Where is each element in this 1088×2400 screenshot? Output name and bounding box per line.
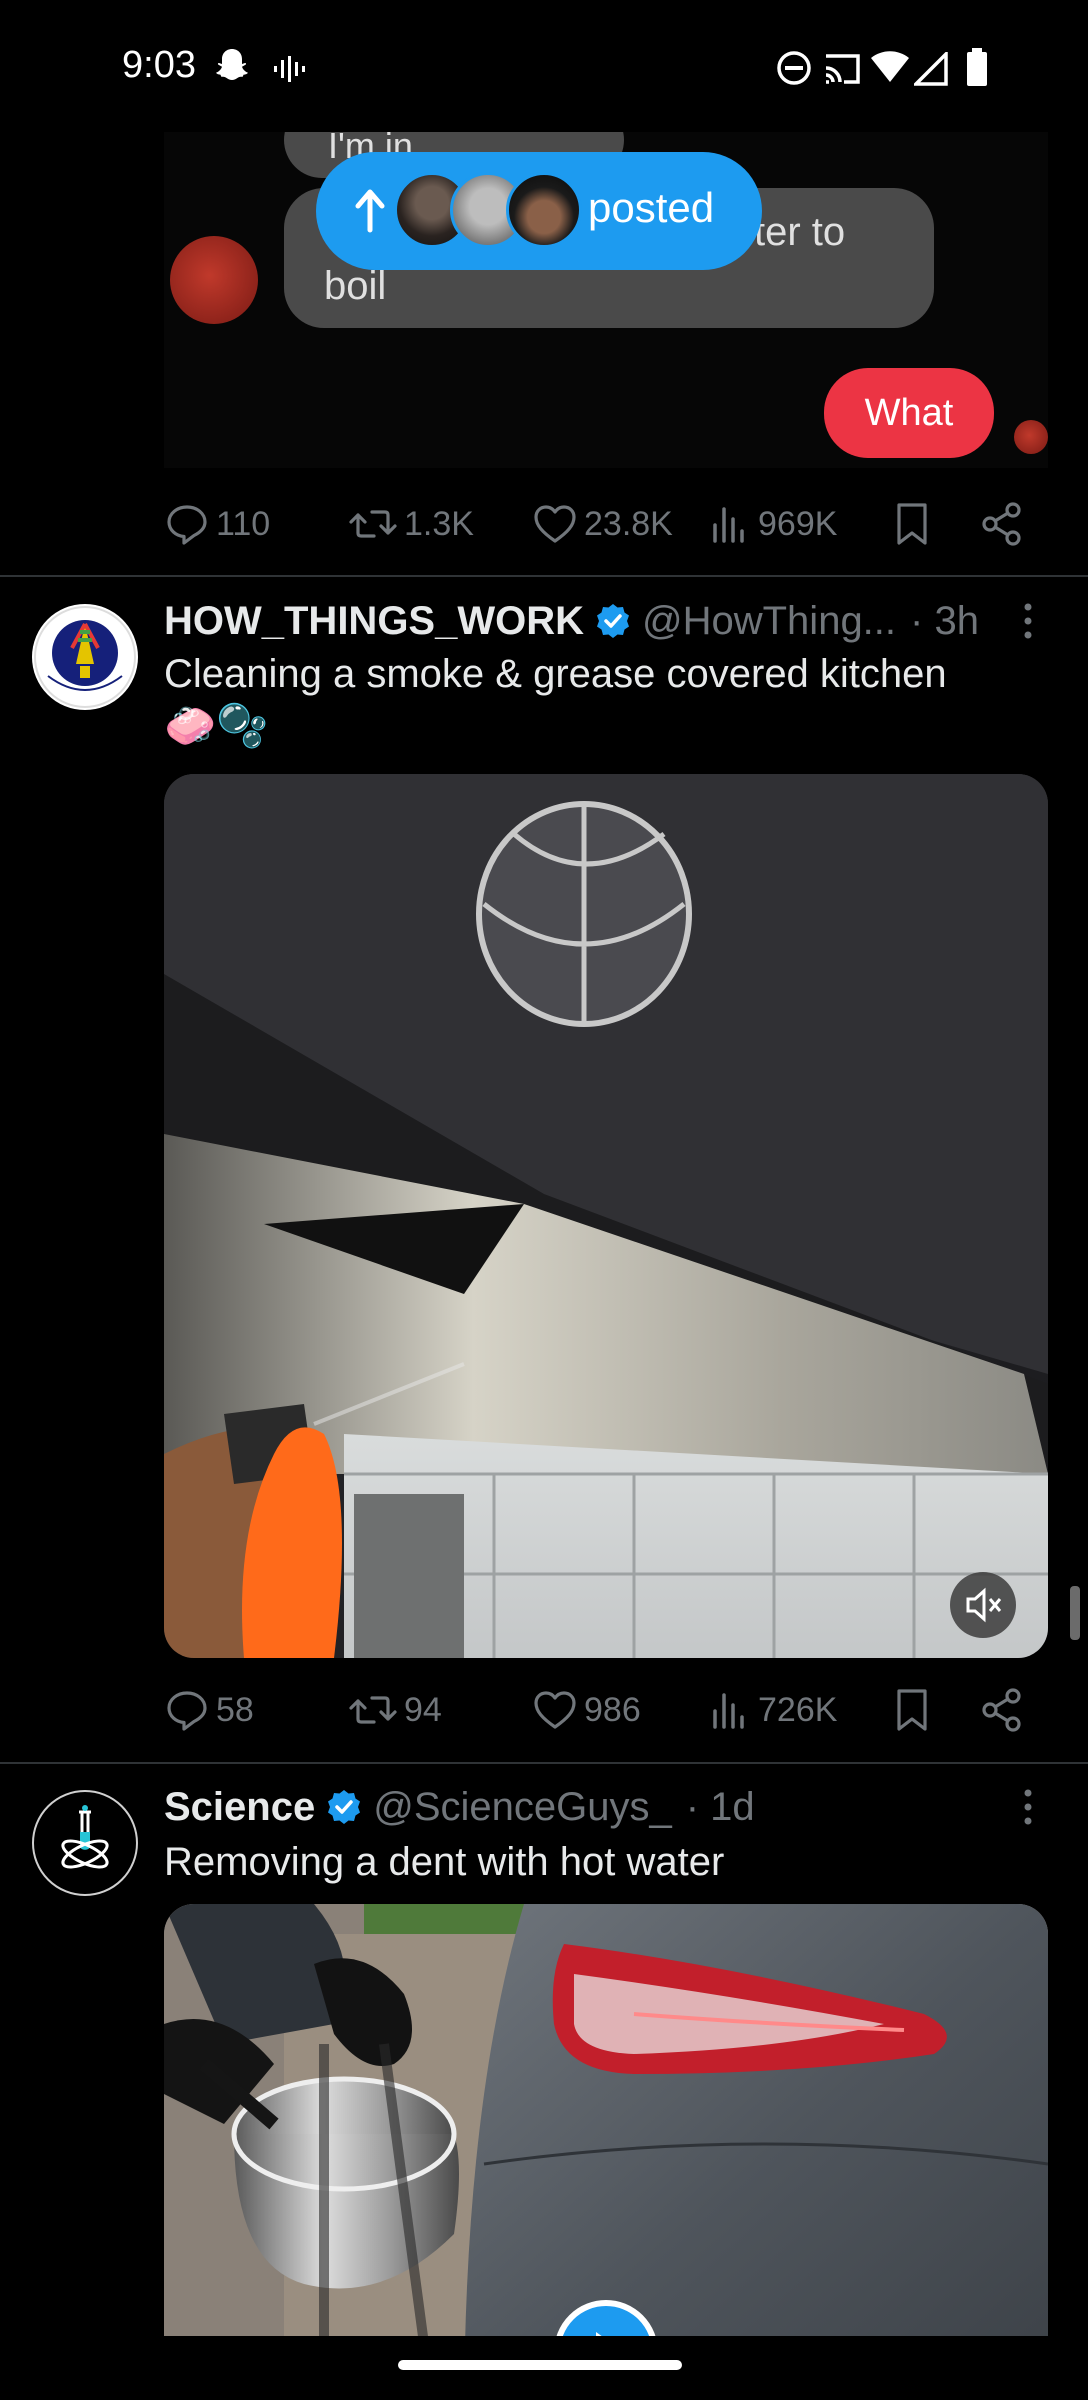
handle[interactable]: @ScienceGuys_ bbox=[373, 1785, 672, 1830]
reply-icon bbox=[167, 505, 207, 545]
divider bbox=[0, 575, 1088, 577]
posted-label: posted bbox=[588, 184, 715, 231]
heart-icon bbox=[534, 1691, 576, 1729]
pill-avatar-3 bbox=[506, 172, 582, 248]
repost-button[interactable]: 94 bbox=[348, 1680, 442, 1740]
chat-avatar bbox=[170, 236, 258, 324]
views-button[interactable]: 969K bbox=[710, 494, 837, 554]
reply-count: 110 bbox=[216, 504, 271, 543]
wifi-icon bbox=[871, 51, 909, 82]
repost-count: 1.3K bbox=[404, 504, 474, 543]
prev-tweet-actions: 110 1.3K 23.8K 969K bbox=[164, 494, 1048, 554]
share-button[interactable] bbox=[980, 494, 1030, 554]
more-options-icon[interactable] bbox=[1008, 1782, 1048, 1832]
display-name[interactable]: HOW_THINGS_WORK bbox=[164, 599, 584, 644]
how-things-work-logo-icon bbox=[34, 606, 136, 708]
new-posts-pill[interactable]: posted bbox=[316, 152, 762, 270]
signal-icon bbox=[914, 52, 948, 86]
display-name[interactable]: Science bbox=[164, 1785, 315, 1830]
volume-muted-icon bbox=[966, 1587, 1002, 1623]
bookmark-icon bbox=[897, 503, 927, 545]
scrollbar-thumb[interactable] bbox=[1070, 1586, 1080, 1640]
more-options-icon[interactable] bbox=[1008, 596, 1048, 646]
avatar-science[interactable] bbox=[32, 1790, 138, 1896]
heart-icon bbox=[534, 505, 576, 543]
verified-badge-icon bbox=[328, 1790, 361, 1824]
like-button[interactable]: 986 bbox=[532, 1680, 641, 1740]
bookmark-button[interactable] bbox=[892, 494, 938, 554]
handle[interactable]: @HowThing... bbox=[642, 599, 896, 644]
repost-count: 94 bbox=[404, 1690, 442, 1729]
avatar-howthingswork[interactable] bbox=[32, 604, 138, 710]
tweet-video[interactable] bbox=[164, 1904, 1048, 2400]
views-count: 726K bbox=[758, 1690, 838, 1729]
divider bbox=[0, 1762, 1088, 1764]
repost-icon bbox=[349, 1696, 397, 1724]
timestamp[interactable]: · 1d bbox=[686, 1785, 755, 1830]
views-count: 969K bbox=[758, 504, 838, 543]
verified-badge-icon bbox=[597, 604, 629, 638]
tweet-header: Science @ScienceGuys_ · 1d bbox=[164, 1782, 1048, 1832]
chat-text-1: ter to bbox=[754, 210, 846, 254]
share-button[interactable] bbox=[980, 1680, 1030, 1740]
views-icon bbox=[713, 507, 744, 543]
reply-button[interactable]: 110 bbox=[164, 494, 270, 554]
timestamp[interactable]: · 3h bbox=[910, 599, 979, 644]
tweet-text-line: Cleaning a smoke & grease covered kitche… bbox=[164, 652, 947, 696]
status-time: 9:03 bbox=[122, 44, 196, 86]
tweet-text: Cleaning a smoke & grease covered kitche… bbox=[164, 648, 1044, 752]
chat-reply-bubble: What bbox=[824, 368, 994, 458]
cast-icon bbox=[825, 54, 860, 84]
kitchen-hood-video-frame bbox=[164, 774, 1048, 1658]
share-icon bbox=[982, 1688, 1021, 1732]
tweet-text: Removing a dent with hot water bbox=[164, 1840, 725, 1884]
tweet-video[interactable] bbox=[164, 774, 1048, 1658]
tweet-emoji: 🧼🫧 bbox=[164, 702, 269, 749]
reply-icon bbox=[167, 1691, 207, 1731]
chat-avatar-small bbox=[1014, 420, 1048, 454]
bookmark-button[interactable] bbox=[892, 1680, 938, 1740]
snapchat-icon bbox=[216, 49, 248, 80]
home-gesture-handle[interactable] bbox=[398, 2360, 682, 2370]
like-count: 23.8K bbox=[584, 504, 673, 543]
reply-count: 58 bbox=[216, 1690, 254, 1729]
voice-icon bbox=[274, 56, 305, 82]
tweet-actions: 58 94 986 726K bbox=[164, 1680, 1048, 1740]
views-icon bbox=[713, 1693, 744, 1729]
repost-icon bbox=[349, 510, 397, 538]
do-not-disturb-icon bbox=[777, 51, 811, 85]
views-button[interactable]: 726K bbox=[710, 1680, 837, 1740]
status-bar: 9:03 bbox=[0, 0, 1088, 132]
reply-button[interactable]: 58 bbox=[164, 1680, 254, 1740]
chat-text-2: boil bbox=[324, 264, 387, 308]
like-count: 986 bbox=[584, 1690, 641, 1729]
arrow-up-icon bbox=[355, 189, 385, 233]
bookmark-icon bbox=[897, 1689, 927, 1731]
science-logo-icon bbox=[61, 1805, 109, 1869]
mute-button[interactable] bbox=[950, 1572, 1016, 1638]
share-icon bbox=[982, 502, 1021, 546]
like-button[interactable]: 23.8K bbox=[532, 494, 673, 554]
repost-button[interactable]: 1.3K bbox=[348, 494, 474, 554]
tweet-header: HOW_THINGS_WORK @HowThing... · 3h bbox=[164, 596, 1048, 646]
battery-icon bbox=[967, 48, 987, 86]
